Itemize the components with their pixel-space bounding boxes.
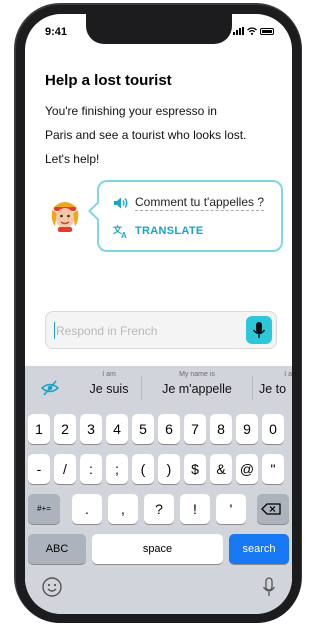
translate-button[interactable]: TRANSLATE — [135, 225, 204, 237]
suggestion-item[interactable]: I am Je suis — [83, 370, 135, 398]
space-key[interactable]: space — [92, 534, 223, 564]
key[interactable]: 6 — [158, 414, 180, 444]
dictation-mic-icon[interactable] — [261, 575, 277, 599]
keyboard: I am Je suis My name is Je m'appelle I a… — [25, 366, 292, 614]
phone-screen: 9:41 Help a lost tourist You're finishin… — [25, 14, 292, 614]
key[interactable]: 0 — [262, 414, 284, 444]
suggestion-hint: My name is — [179, 371, 215, 378]
key[interactable]: 4 — [106, 414, 128, 444]
translate-icon[interactable]: 文 A — [113, 224, 129, 238]
lesson-title: Help a lost tourist — [45, 72, 172, 89]
key[interactable]: $ — [184, 454, 206, 484]
battery-icon — [260, 28, 274, 35]
key[interactable]: ( — [132, 454, 154, 484]
suggestion-item[interactable]: My name is Je m'appelle — [151, 370, 243, 398]
emoji-icon[interactable] — [41, 576, 63, 598]
suggestion-bar: I am Je suis My name is Je m'appelle I a… — [25, 366, 292, 408]
key[interactable]: 9 — [236, 414, 258, 444]
status-icons — [233, 27, 274, 35]
speech-bubble: Comment tu t'appelles ? 文 A TRANSLATE — [97, 180, 283, 252]
key[interactable]: & — [210, 454, 232, 484]
speaker-icon[interactable] — [113, 196, 129, 210]
search-key[interactable]: search — [229, 534, 289, 564]
key[interactable]: 5 — [132, 414, 154, 444]
key[interactable]: , — [108, 494, 138, 524]
notch — [86, 14, 232, 44]
suggestion-hint: I a — [284, 371, 292, 378]
suggestion-divider — [252, 376, 253, 400]
symbols-toggle-key[interactable]: #+= — [28, 494, 60, 524]
delete-key[interactable] — [257, 494, 289, 524]
key[interactable]: / — [54, 454, 76, 484]
suggestion-word: Je suis — [89, 382, 129, 396]
status-time: 9:41 — [45, 26, 68, 38]
key[interactable]: ! — [180, 494, 210, 524]
suggestion-hint: I am — [102, 371, 116, 378]
intro-line: Paris and see a tourist who looks lost. — [45, 128, 247, 142]
intro-line: Let's help! — [45, 152, 100, 166]
eye-off-icon[interactable] — [41, 380, 59, 396]
key[interactable]: - — [28, 454, 50, 484]
key[interactable]: 3 — [80, 414, 102, 444]
key[interactable]: 7 — [184, 414, 206, 444]
key[interactable]: 8 — [210, 414, 232, 444]
microphone-icon — [252, 322, 266, 338]
key[interactable]: 2 — [54, 414, 76, 444]
backspace-icon — [261, 503, 281, 515]
suggestion-item[interactable]: I a Je to — [259, 370, 292, 398]
response-input[interactable] — [54, 320, 238, 342]
lesson-intro: You're finishing your espresso in Paris … — [45, 99, 275, 171]
signal-icon — [233, 27, 244, 35]
mic-button[interactable] — [246, 316, 272, 344]
key[interactable]: @ — [236, 454, 258, 484]
character-avatar-icon — [51, 202, 79, 232]
suggestion-word: Je to — [259, 382, 287, 396]
key[interactable]: ; — [106, 454, 128, 484]
abc-key[interactable]: ABC — [28, 534, 86, 564]
wifi-icon — [247, 27, 257, 35]
intro-line: You're finishing your espresso in — [45, 104, 217, 118]
key[interactable]: 1 — [28, 414, 50, 444]
french-phrase[interactable]: Comment tu t'appelles ? — [135, 195, 265, 211]
key[interactable]: " — [262, 454, 284, 484]
key[interactable]: : — [80, 454, 102, 484]
key[interactable]: ' — [216, 494, 246, 524]
key[interactable]: . — [72, 494, 102, 524]
svg-text:A: A — [121, 231, 127, 238]
key[interactable]: ? — [144, 494, 174, 524]
suggestion-divider — [141, 376, 142, 400]
key[interactable]: ) — [158, 454, 180, 484]
response-field-container — [45, 311, 277, 349]
suggestion-word: Je m'appelle — [162, 382, 232, 396]
phone-frame: 9:41 Help a lost tourist You're finishin… — [16, 5, 301, 623]
